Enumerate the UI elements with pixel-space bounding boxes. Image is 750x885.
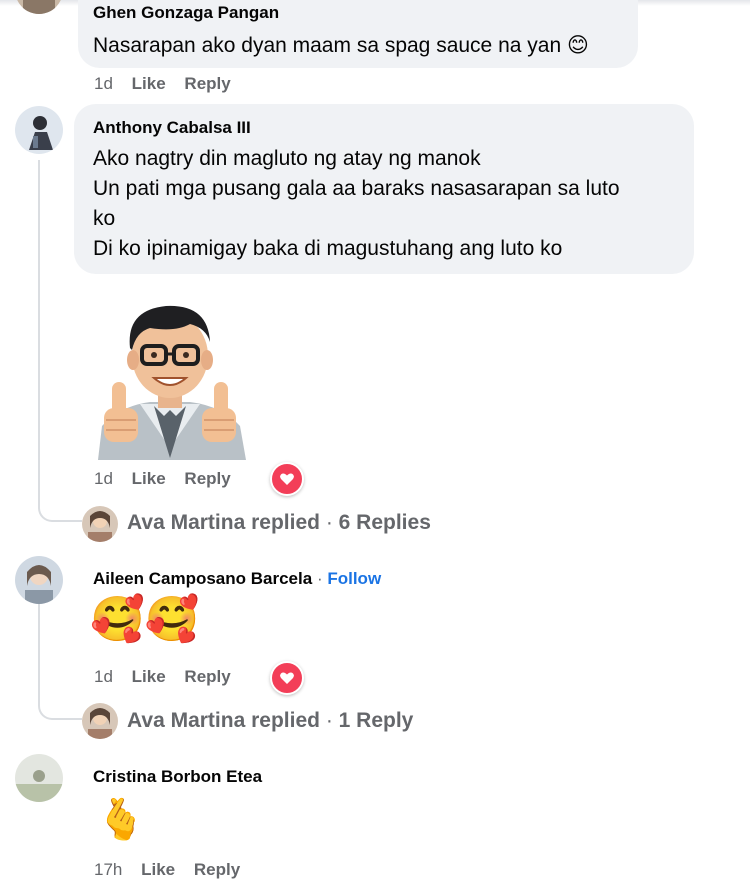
comment-actions: 17h Like Reply [94, 860, 240, 880]
reply-button[interactable]: Reply [184, 469, 230, 488]
like-button[interactable]: Like [132, 667, 166, 686]
view-replies-link[interactable]: Ava Martina replied · 1 Reply [127, 709, 413, 733]
like-button[interactable]: Like [132, 469, 166, 488]
smiling-face-emoji: 😊 [566, 33, 589, 57]
comment-timestamp[interactable]: 1d [94, 74, 113, 93]
avatar[interactable] [15, 106, 63, 154]
reply-button[interactable]: Reply [184, 74, 230, 93]
avatar[interactable] [82, 506, 118, 542]
reply-button[interactable]: Reply [194, 860, 240, 879]
avatar[interactable] [15, 556, 63, 604]
comment-author[interactable]: Ghen Gonzaga Pangan [93, 3, 279, 23]
comment-text: Ako nagtry din magluto ng atay ng manok … [93, 147, 620, 260]
comment-author: Aileen Camposano Barcela · Follow [93, 569, 382, 588]
love-reaction-icon[interactable] [270, 462, 304, 496]
comment-actions: 1d Like Reply [94, 74, 231, 94]
like-button[interactable]: Like [132, 74, 166, 93]
comment-actions: 1d Like Reply [94, 667, 231, 687]
view-replies-link[interactable]: Ava Martina replied · 6 Replies [127, 511, 431, 535]
avatar[interactable] [82, 703, 118, 739]
love-reaction-icon[interactable] [270, 661, 304, 695]
comment-author[interactable]: Anthony Cabalsa III [93, 118, 251, 138]
reply-thread-curve [38, 688, 82, 720]
comment-timestamp[interactable]: 1d [94, 667, 113, 686]
comment-timestamp[interactable]: 1d [94, 469, 113, 488]
follow-button[interactable]: Follow [327, 569, 381, 588]
avatar[interactable] [15, 754, 63, 802]
avatar[interactable] [15, 0, 63, 14]
thumbs-up-avatar-sticker[interactable] [80, 298, 260, 460]
comment-text: Nasarapan ako dyan maam sa spag sauce na… [93, 33, 589, 57]
comment-timestamp[interactable]: 17h [94, 860, 122, 879]
comment-actions: 1d Like Reply [94, 469, 231, 489]
like-button[interactable]: Like [141, 860, 175, 879]
reply-thread-line [38, 160, 40, 507]
hand-heart-emoji: 🫰 [96, 797, 146, 843]
smiling-face-with-hearts-emoji: 🥰🥰 [90, 594, 200, 645]
reply-button[interactable]: Reply [184, 667, 230, 686]
comment-author[interactable]: Cristina Borbon Etea [93, 767, 262, 787]
reply-thread-curve [38, 490, 82, 522]
